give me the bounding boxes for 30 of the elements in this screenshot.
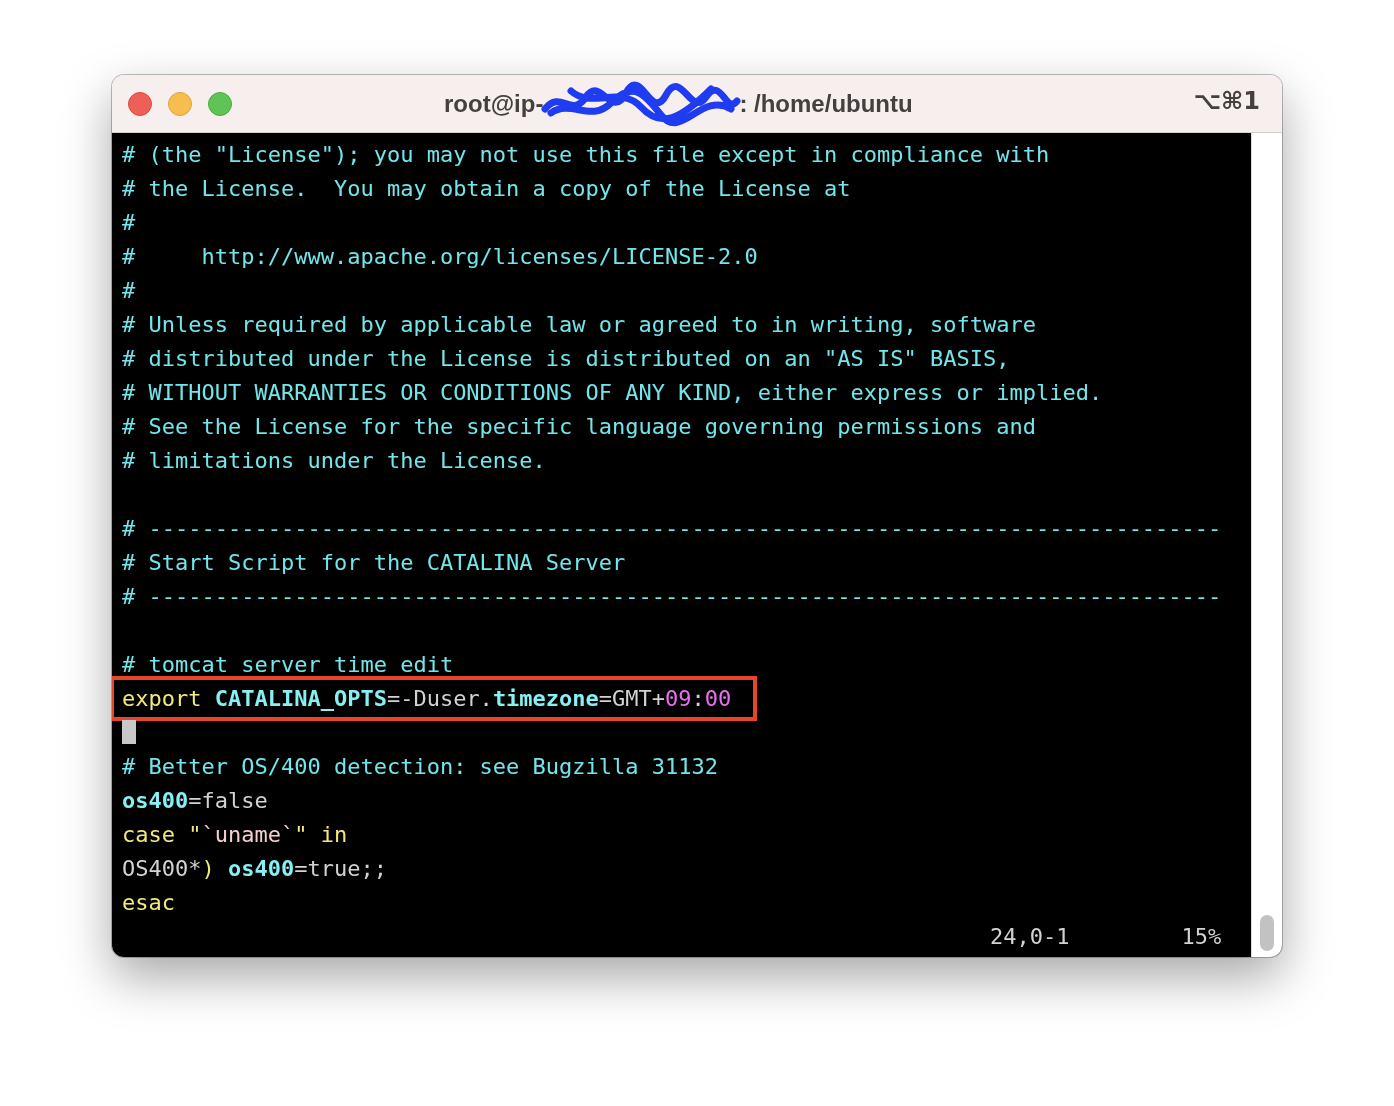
code-line: # --------------------------------------------------------------------------------- [122,583,1222,609]
shortcut-label: ⌥⌘1 [1193,87,1260,115]
text-cursor [122,720,136,744]
code-line: # [122,209,136,235]
scroll-percent: 15% [1181,923,1222,949]
code-line: # --------------------------------------------------------------------------------- [122,515,1222,541]
code-line: esac [122,889,175,915]
zoom-button[interactable] [208,91,232,116]
code-line: # [122,277,136,303]
code-line: # tomcat server time edit [122,651,454,677]
code-line: # WITHOUT WARRANTIES OR CONDITIONS OF ANY KIND, either express or implied. [122,379,1103,405]
code-line: case "`uname`" in [122,821,348,847]
window-title: : /home/ubuntu [739,90,913,118]
code-line: # http://www.apache.org/licenses/LICENSE-2.0 [122,243,758,269]
code-line: OS400*) os400=true;; [122,855,387,881]
code-line: os400=false [122,787,268,813]
code-line: # Unless required by applicable law or agreed to in writing, software [122,311,1036,337]
code-line: # the License. You may obtain a copy of the License at [122,175,851,201]
code-line: # limitations under the License. [122,447,546,473]
minimize-button[interactable] [168,91,192,116]
code-line: # distributed under the License is distributed on an "AS IS" BASIS, [122,345,1010,371]
code-line: # (the "License"); you may not use this file except in compliance with [122,141,1050,167]
cursor-position: 24,0-1 [990,923,1070,949]
code-line: # Better OS/400 detection: see Bugzilla 31132 [122,753,719,779]
window-title: root@ip- [444,90,544,118]
close-button[interactable] [128,91,152,116]
code-line: # See the License for the specific language governing permissions and [122,413,1036,439]
scrollbar[interactable] [1251,133,1282,957]
scrollbar-thumb[interactable] [1260,915,1275,951]
code-line: # Start Script for the CATALINA Server [122,549,626,575]
